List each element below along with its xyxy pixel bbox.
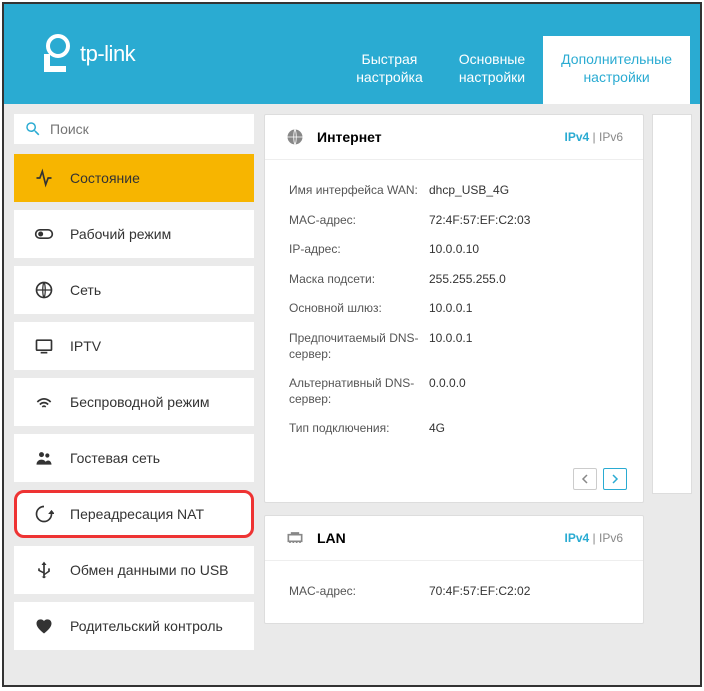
- row-conn-type: Тип подключения:4G: [289, 414, 619, 444]
- ip-version-tabs[interactable]: IPv4 | IPv6: [565, 531, 624, 545]
- status-icon: [34, 168, 54, 188]
- panel-internet: Интернет IPv4 | IPv6 Имя интерфейса WAN:…: [264, 114, 644, 503]
- globe-icon: [285, 127, 305, 147]
- row-dns2: Альтернативный DNS-сервер:0.0.0.0: [289, 369, 619, 414]
- panel-title: LAN: [317, 530, 565, 546]
- prev-button[interactable]: [573, 468, 597, 490]
- search-input[interactable]: [50, 121, 244, 137]
- row-lan-mac: MAC-адрес:70:4F:57:EF:C2:02: [289, 577, 619, 607]
- sidebar-item-guest[interactable]: Гостевая сеть: [14, 434, 254, 482]
- sidebar-item-parental[interactable]: Родительский контроль: [14, 602, 254, 650]
- row-gateway: Основной шлюз:10.0.0.1: [289, 294, 619, 324]
- nat-icon: [34, 504, 54, 524]
- row-mac: MAC-адрес:72:4F:57:EF:C2:03: [289, 206, 619, 236]
- row-dns1: Предпочитаемый DNS-сервер:10.0.0.1: [289, 324, 619, 369]
- sidebar-item-wireless[interactable]: Беспроводной режим: [14, 378, 254, 426]
- lan-icon: [285, 528, 305, 548]
- sidebar: Состояние Рабочий режим Сеть IPTV Беспро…: [4, 104, 264, 685]
- tv-icon: [34, 336, 54, 356]
- toggle-icon: [34, 224, 54, 244]
- row-wan-interface: Имя интерфейса WAN:dhcp_USB_4G: [289, 176, 619, 206]
- row-mask: Маска подсети:255.255.255.0: [289, 265, 619, 295]
- next-button[interactable]: [603, 468, 627, 490]
- search-icon: [24, 120, 42, 138]
- sidebar-item-status[interactable]: Состояние: [14, 154, 254, 202]
- side-panel: [652, 114, 692, 494]
- tab-quick-setup[interactable]: Быстраянастройка: [338, 36, 441, 104]
- logo: tp-link: [42, 34, 135, 74]
- row-ip: IP-адрес:10.0.0.10: [289, 235, 619, 265]
- usb-icon: [34, 560, 54, 580]
- logo-icon: [42, 34, 74, 74]
- globe-icon: [34, 280, 54, 300]
- content: Интернет IPv4 | IPv6 Имя интерфейса WAN:…: [264, 104, 700, 685]
- panel-title: Интернет: [317, 129, 565, 145]
- ip-version-tabs[interactable]: IPv4 | IPv6: [565, 130, 624, 144]
- panel-lan: LAN IPv4 | IPv6 MAC-адрес:70:4F:57:EF:C2…: [264, 515, 644, 624]
- users-icon: [34, 448, 54, 468]
- logo-text: tp-link: [80, 41, 135, 67]
- heart-icon: [34, 616, 54, 636]
- tabs: Быстраянастройка Основныенастройки Допол…: [338, 36, 690, 104]
- header: tp-link Быстраянастройка Основныенастрой…: [4, 4, 700, 104]
- tab-basic[interactable]: Основныенастройки: [441, 36, 543, 104]
- chevron-right-icon: [610, 474, 620, 484]
- sidebar-item-mode[interactable]: Рабочий режим: [14, 210, 254, 258]
- sidebar-item-network[interactable]: Сеть: [14, 266, 254, 314]
- sidebar-item-usb[interactable]: Обмен данными по USB: [14, 546, 254, 594]
- chevron-left-icon: [580, 474, 590, 484]
- sidebar-item-nat[interactable]: Переадресация NAT: [14, 490, 254, 538]
- wifi-icon: [34, 392, 54, 412]
- sidebar-item-iptv[interactable]: IPTV: [14, 322, 254, 370]
- tab-advanced[interactable]: Дополнительныенастройки: [543, 36, 690, 104]
- search-box[interactable]: [14, 114, 254, 144]
